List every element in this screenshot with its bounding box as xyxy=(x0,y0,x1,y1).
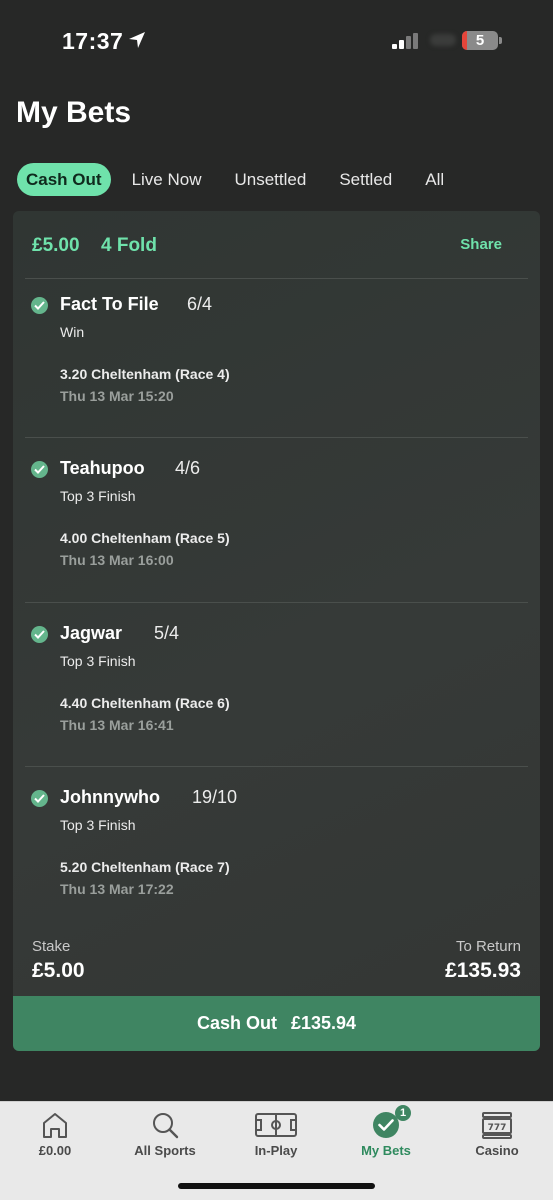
cash-out-amount: £135.94 xyxy=(290,1013,357,1033)
nav-item-all-sports[interactable]: All Sports xyxy=(110,1102,220,1172)
status-time: 17:37 xyxy=(62,28,124,54)
battery-icon: 5 xyxy=(462,31,498,50)
selection-item: Fact To File 6/4 Win 3.20 Cheltenham (Ra… xyxy=(13,279,540,443)
selection-market: Top 3 Finish xyxy=(60,488,136,504)
selection-name: Jagwar xyxy=(60,623,123,643)
selection-name: Johnnywho xyxy=(60,787,160,807)
carrier-blurred xyxy=(430,34,456,46)
search-icon xyxy=(153,1113,179,1139)
selection-odds: 5/4 xyxy=(154,623,180,643)
nav-label: In-Play xyxy=(254,1143,298,1158)
selection-name: Teahupoo xyxy=(60,458,145,478)
selection-market: Top 3 Finish xyxy=(60,817,136,833)
share-button[interactable]: Share xyxy=(460,236,502,253)
nav-item-casino[interactable]: 777 Casino xyxy=(442,1102,552,1172)
slot-machine-icon: 777 xyxy=(482,1112,512,1139)
status-bar: 17:37 5 xyxy=(0,0,553,80)
signal-icon xyxy=(392,33,418,49)
home-icon xyxy=(43,1113,67,1138)
nav-label: All Sports xyxy=(134,1143,196,1158)
tab-cash-out[interactable]: Cash Out xyxy=(17,163,111,196)
tab-live-now[interactable]: Live Now xyxy=(132,163,202,196)
tab-settled[interactable]: Settled xyxy=(339,163,392,196)
divider xyxy=(25,437,528,438)
selection-market: Win xyxy=(60,324,85,340)
cash-out-label: Cash Out xyxy=(196,1013,277,1033)
selection-market: Top 3 Finish xyxy=(60,653,136,669)
bet-card-header: £5.00 4 Fold Share xyxy=(13,211,540,279)
nav-item-my-bets[interactable]: 1 My Bets xyxy=(331,1102,441,1172)
selection-odds: 4/6 xyxy=(175,458,201,478)
selection-date: Thu 13 Mar 17:22 xyxy=(60,881,174,897)
tab-unsettled[interactable]: Unsettled xyxy=(234,163,306,196)
page-title: My Bets xyxy=(16,96,132,129)
selection-event: 3.20 Cheltenham (Race 4) xyxy=(60,366,230,382)
notification-badge: 1 xyxy=(395,1105,411,1121)
selection-odds: 19/10 xyxy=(192,787,238,807)
tab-all[interactable]: All xyxy=(425,163,444,196)
bet-tabs: Cash Out Live Now Unsettled Settled All xyxy=(17,163,477,196)
battery-level: 5 xyxy=(475,32,485,49)
bet-card[interactable]: £5.00 4 Fold Share Fact To File 6/4 Win … xyxy=(13,211,540,1051)
divider xyxy=(25,602,528,603)
home-indicator xyxy=(178,1183,375,1189)
check-icon xyxy=(31,626,48,643)
check-icon xyxy=(31,461,48,478)
selection-event: 4.00 Cheltenham (Race 5) xyxy=(60,530,230,546)
divider xyxy=(25,766,528,767)
stake-label: Stake xyxy=(32,938,71,955)
check-icon xyxy=(31,790,48,807)
nav-item-in-play[interactable]: In-Play xyxy=(221,1102,331,1172)
nav-label: My Bets xyxy=(361,1143,411,1158)
check-icon xyxy=(31,297,48,314)
selection-odds: 6/4 xyxy=(187,294,213,314)
bet-stake-header: £5.00 xyxy=(32,235,80,256)
return-value: £135.93 xyxy=(445,959,521,982)
selection-item: Teahupoo 4/6 Top 3 Finish 4.00 Cheltenha… xyxy=(13,443,540,607)
selection-event: 4.40 Cheltenham (Race 6) xyxy=(60,695,230,711)
nav-label: Casino xyxy=(475,1143,519,1158)
return-label: To Return xyxy=(455,938,521,955)
selection-event: 5.20 Cheltenham (Race 7) xyxy=(60,859,230,875)
bet-type: 4 Fold xyxy=(101,235,157,256)
pitch-icon xyxy=(255,1113,297,1137)
cash-out-button[interactable]: Cash Out £135.94 xyxy=(13,996,540,1051)
selection-date: Thu 13 Mar 16:00 xyxy=(60,552,174,568)
selection-date: Thu 13 Mar 15:20 xyxy=(60,388,174,404)
selection-name: Fact To File xyxy=(60,294,159,314)
svg-text:777: 777 xyxy=(488,1123,507,1133)
selection-item: Johnnywho 19/10 Top 3 Finish 5.20 Chelte… xyxy=(13,772,540,936)
nav-item-balance[interactable]: £0.00 xyxy=(0,1102,110,1172)
battery-tip xyxy=(499,37,502,44)
selection-item: Jagwar 5/4 Top 3 Finish 4.40 Cheltenham … xyxy=(13,608,540,772)
selection-date: Thu 13 Mar 16:41 xyxy=(60,717,174,733)
nav-label: £0.00 xyxy=(38,1143,72,1158)
location-arrow-icon xyxy=(129,32,145,48)
stake-value: £5.00 xyxy=(32,959,85,982)
